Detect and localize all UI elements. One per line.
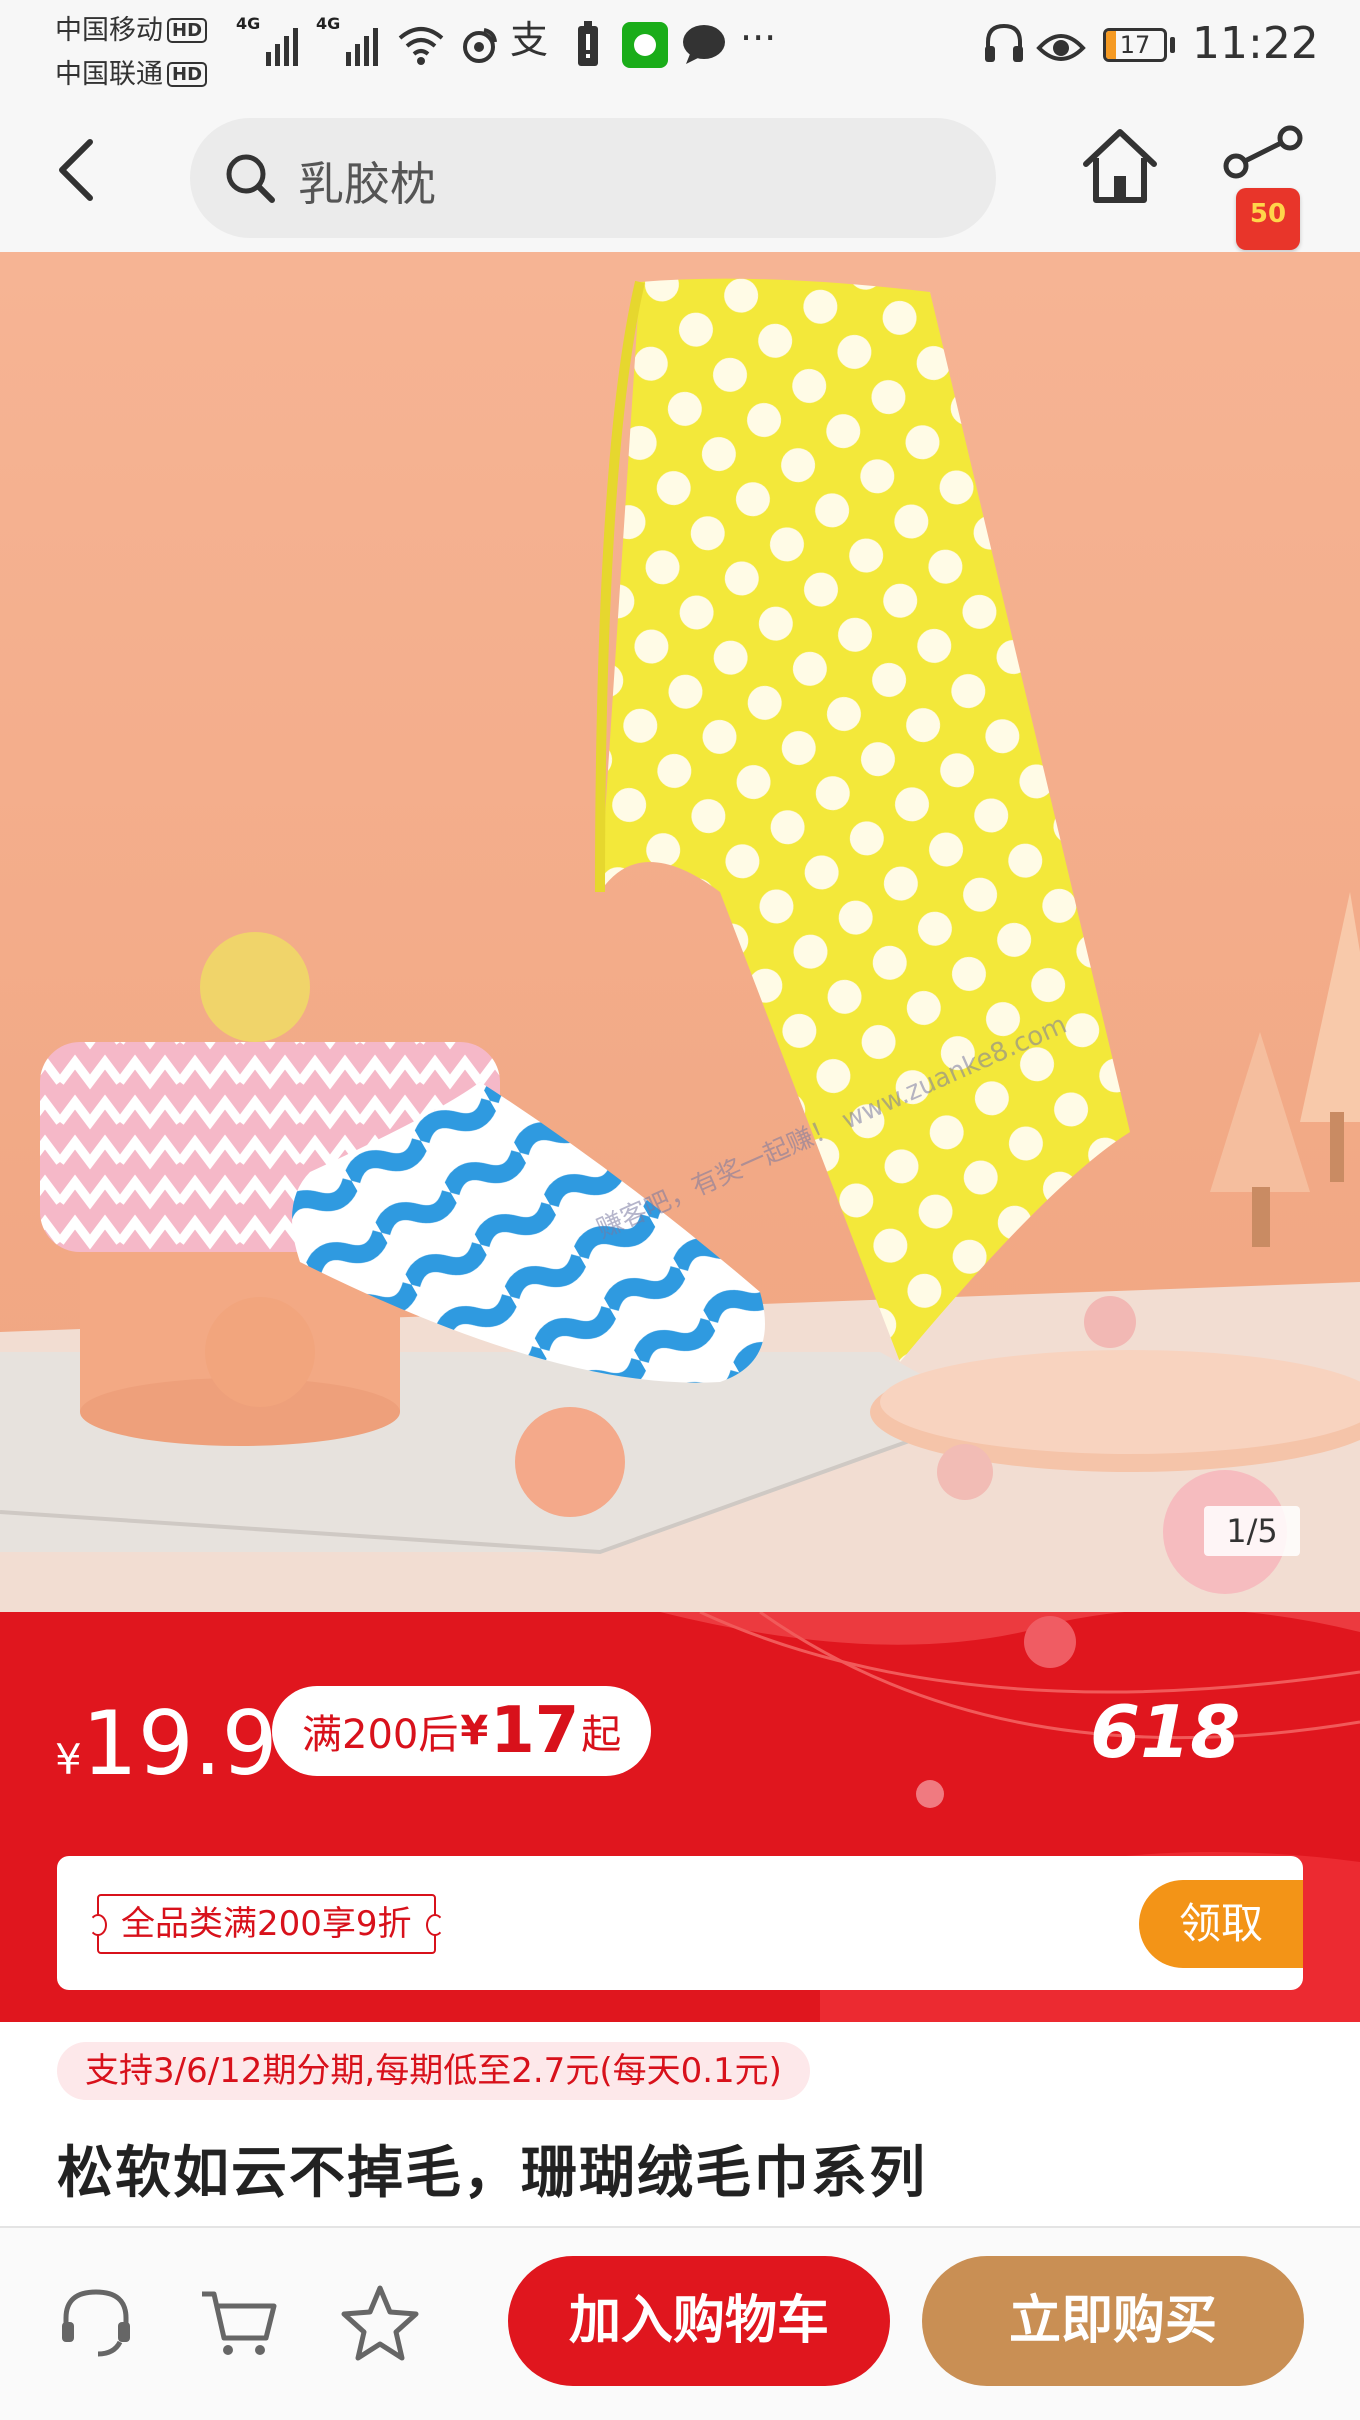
search-input[interactable]: 乳胶枕	[190, 118, 996, 238]
price-currency: ¥	[55, 1735, 82, 1784]
claim-button[interactable]: 领取	[1139, 1880, 1303, 1968]
back-button[interactable]	[40, 130, 120, 210]
home-icon[interactable]	[1078, 124, 1162, 208]
product-title: 松软如云不掉毛，珊瑚绒毛巾系列	[57, 2141, 927, 2206]
battery-alert-icon	[578, 21, 598, 66]
signal-icon: 4G	[236, 14, 299, 66]
battery-level: 17	[1119, 31, 1151, 59]
signal-icon: 4G	[316, 14, 379, 66]
network-label: 4G	[236, 14, 261, 33]
headset-icon	[985, 23, 1023, 62]
chevron-left-icon	[59, 139, 93, 201]
search-query: 乳胶枕	[298, 157, 436, 211]
deal-price-pill: 满200后 ¥ 17 起	[272, 1686, 652, 1776]
buy-now-button[interactable]: 立即购买	[922, 2256, 1304, 2386]
battery-icon: 17	[1103, 28, 1167, 62]
installment-tag[interactable]: 支持3/6/12期分期,每期低至2.7元(每天0.1元)	[57, 2042, 810, 2100]
hd-badge: HD	[167, 62, 208, 87]
search-icon	[226, 154, 275, 203]
coupon-tag: 全品类满200享9折	[89, 1894, 444, 1954]
wechat-icon	[622, 22, 668, 68]
nav-bar: 乳胶枕	[0, 100, 1360, 252]
status-bar: 中国移动 HD 中国联通 HD 4G 4G 支 ··· 17 11:22	[0, 0, 1360, 100]
deal-suffix: 起	[581, 1712, 622, 1758]
deal-value: 17	[490, 1694, 580, 1768]
price-amount: 19.9	[81, 1692, 278, 1795]
price-banner: ¥19.9 满200后 ¥ 17 起 618 全品类满200享9折 领取	[0, 1612, 1360, 2022]
red-envelope-badge[interactable]: 50	[1236, 188, 1300, 250]
promo-618-logo: 618	[1090, 1690, 1241, 1774]
carrier-1: 中国移动 HD	[55, 8, 208, 47]
weibo-icon	[463, 28, 497, 63]
message-icon	[683, 25, 725, 64]
cart-icon[interactable]	[196, 2280, 280, 2364]
bottom-bar: 加入购物车 立即购买	[0, 2226, 1360, 2420]
carrier-2: 中国联通 HD	[55, 52, 208, 91]
deal-prefix: 满200后	[302, 1712, 459, 1758]
carrier-2-label: 中国联通	[55, 59, 163, 90]
carrier-1-label: 中国移动	[55, 15, 163, 46]
coupon-bar: 全品类满200享9折 领取	[57, 1856, 1303, 1990]
image-counter: 1/5	[1204, 1506, 1300, 1556]
price: ¥19.9	[55, 1692, 278, 1795]
customer-service-icon[interactable]	[54, 2280, 138, 2364]
product-photo	[0, 252, 1360, 1612]
more-icon: ···	[740, 16, 777, 60]
hd-badge: HD	[167, 18, 208, 43]
product-image[interactable]: 赚客吧，有奖一起赚！ www.zuanke8.com	[0, 252, 1360, 1612]
alipay-icon: 支	[510, 18, 549, 62]
network-label: 4G	[316, 14, 341, 33]
star-icon[interactable]	[338, 2280, 422, 2364]
eye-icon	[1036, 34, 1086, 61]
status-time: 11:22	[1192, 18, 1319, 69]
wifi-icon	[398, 27, 444, 65]
deal-currency: ¥	[460, 1708, 489, 1754]
add-to-cart-button[interactable]: 加入购物车	[508, 2256, 890, 2386]
